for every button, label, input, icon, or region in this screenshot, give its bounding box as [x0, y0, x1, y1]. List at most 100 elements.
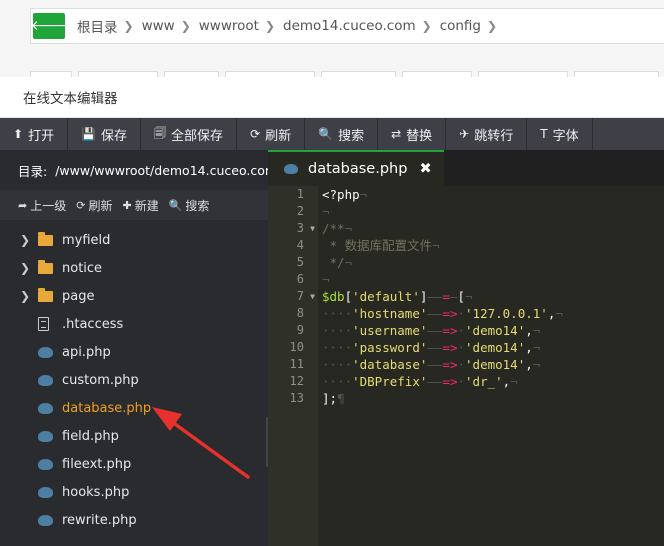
line-number: 9	[296, 323, 304, 337]
code-line[interactable]: <?php¬	[322, 186, 664, 203]
code-line[interactable]: * 数据库配置文件¬	[322, 237, 664, 254]
breadcrumb-item[interactable]: www	[134, 18, 181, 34]
toolbar-button-replace[interactable]: ⇄ 替换	[378, 118, 447, 150]
code-token: 'DBPrefix'	[352, 374, 428, 389]
toolbar-button-save[interactable]: 💾 保存	[68, 118, 142, 150]
code-line[interactable]: ];¶	[322, 390, 664, 407]
sidebar-actions: ➦ 上一级 ⟳ 刷新 ✚ 新建 🔍 搜索	[0, 190, 268, 220]
tab-file[interactable]: database.php ✖	[268, 150, 444, 186]
file-name: page	[62, 288, 95, 304]
fold-arrow-icon[interactable]: ▼	[310, 288, 315, 305]
chevron-right-icon[interactable]: ❯	[20, 289, 38, 303]
file-item[interactable]: field.php	[0, 422, 268, 450]
sidebar-action-label: 新建	[134, 198, 159, 213]
directory-path: 目录: /www/wwwroot/demo14.cuceo.com/config	[0, 150, 268, 190]
breadcrumb-item[interactable]: 根目录	[69, 16, 124, 36]
code-token: =>	[442, 357, 458, 372]
back-button[interactable]: 🡐	[30, 13, 68, 39]
file-name: myfield	[62, 232, 111, 248]
code-token: 'demo14'	[465, 340, 526, 355]
folder-icon	[38, 231, 62, 246]
chevron-right-icon[interactable]: ❯	[20, 261, 38, 275]
sidebar-action-refresh[interactable]: ⟳ 刷新	[76, 197, 112, 214]
code-line[interactable]: /**¬	[322, 220, 664, 237]
code-token: =>	[442, 340, 458, 355]
code-token: ,	[525, 357, 533, 372]
file-name: notice	[62, 260, 103, 276]
save-icon: 💾	[81, 127, 97, 141]
code-token: ¬	[344, 221, 353, 236]
code-token: ¬	[322, 272, 330, 287]
code-token: =	[442, 289, 450, 304]
sidebar-action-search[interactable]: 🔍 搜索	[169, 197, 210, 214]
code-line[interactable]: ····'DBPrefix'——=>·'dr_',¬	[322, 373, 664, 390]
code-token: /**	[322, 221, 345, 236]
line-number: 2	[296, 204, 304, 218]
toolbar-button-font[interactable]: T 字体	[527, 118, 593, 150]
file-item[interactable]: api.php	[0, 338, 268, 366]
folder-item[interactable]: ❯ page	[0, 282, 268, 310]
code-token: ····	[322, 323, 353, 338]
code-token: ¬	[532, 357, 541, 372]
sidebar-action-up-level[interactable]: ➦ 上一级	[18, 197, 66, 214]
breadcrumb-item[interactable]: wwwroot	[191, 18, 265, 34]
code-line[interactable]: */¬	[322, 254, 664, 271]
code-token: ——	[427, 306, 443, 321]
code-line[interactable]: ····'database'——=>·'demo14',¬	[322, 356, 664, 373]
code-token: 'dr_'	[465, 374, 503, 389]
search-icon: 🔍	[318, 127, 334, 141]
file-item[interactable]: .htaccess	[0, 310, 268, 338]
file-item[interactable]: rewrite.php	[0, 506, 268, 534]
folder-icon	[38, 259, 62, 274]
code-token: ];	[322, 391, 338, 406]
code-token: ·	[457, 374, 466, 389]
php-elephant-icon	[38, 402, 62, 414]
code-token: ¬	[532, 340, 541, 355]
chevron-right-icon: ❯	[123, 19, 134, 33]
editor-toolbar: ⬆ 打开 💾 保存 🗐 全部保存 ⟳ 刷新 🔍 搜索 ⇄ 替换 ✈ 跳转行 T 字体	[0, 118, 664, 150]
folder-item[interactable]: ❯ myfield	[0, 226, 268, 254]
line-number-gutter: 1 2 3 ▼ 4 5 6 7 ▼ 8 9 10 11 12 13	[268, 186, 318, 546]
line-number: 10	[289, 340, 304, 354]
sidebar-action-plus[interactable]: ✚ 新建	[122, 197, 158, 214]
code-line[interactable]: ¬	[322, 271, 664, 288]
file-tab-bar: database.php ✖	[268, 150, 664, 186]
toolbar-button-search[interactable]: 🔍 搜索	[305, 118, 379, 150]
toolbar-button-refresh[interactable]: ⟳ 刷新	[237, 118, 306, 150]
breadcrumb-item[interactable]: config	[432, 18, 487, 34]
code-line[interactable]: ····'hostname'——=>·'127.0.0.1',¬	[322, 305, 664, 322]
refresh-icon: ⟳	[76, 198, 86, 212]
code-token: '127.0.0.1'	[465, 306, 548, 321]
code-line[interactable]: $db['default']——=—[¬	[322, 288, 664, 305]
folder-item[interactable]: ❯ notice	[0, 254, 268, 282]
code-lines[interactable]: <?php¬ ¬/**¬ * 数据库配置文件¬ */¬ ¬ $db['default'…	[322, 186, 664, 407]
file-icon	[38, 317, 62, 331]
code-token: [	[344, 289, 353, 304]
close-icon[interactable]: ✖	[419, 161, 431, 177]
file-sidebar: 目录: /www/wwwroot/demo14.cuceo.com/config…	[0, 150, 268, 546]
code-line[interactable]: ····'password'——=>·'demo14',¬	[322, 339, 664, 356]
file-name: api.php	[62, 344, 111, 360]
arrow-left-icon: 🡐	[30, 18, 68, 34]
directory-label: 目录:	[18, 163, 48, 179]
file-item[interactable]: database.php	[0, 394, 268, 422]
file-item[interactable]: custom.php	[0, 366, 268, 394]
toolbar-button-goto-line[interactable]: ✈ 跳转行	[446, 118, 528, 150]
fold-arrow-icon[interactable]: ▼	[310, 220, 315, 237]
toolbar-button-save-all[interactable]: 🗐 全部保存	[141, 118, 238, 150]
code-token: =>	[442, 323, 458, 338]
file-item[interactable]: hooks.php	[0, 478, 268, 506]
php-elephant-icon	[38, 486, 62, 498]
code-editor[interactable]: database.php ✖ 1 2 3 ▼ 4 5 6 7 ▼ 8 9 10 11 12 13 <?php¬…	[268, 150, 664, 546]
line-number: 3 ▼	[296, 220, 315, 237]
code-line[interactable]: ····'username'——=>·'demo14',¬	[322, 322, 664, 339]
code-token: 'username'	[352, 323, 428, 338]
php-elephant-icon	[38, 458, 62, 470]
file-item[interactable]: fileext.php	[0, 450, 268, 478]
line-number: 8	[296, 306, 304, 320]
chevron-right-icon[interactable]: ❯	[20, 233, 38, 247]
breadcrumb-item[interactable]: demo14.cuceo.com	[275, 18, 422, 34]
toolbar-button-upload[interactable]: ⬆ 打开	[0, 118, 69, 150]
code-line[interactable]: ¬	[322, 203, 664, 220]
code-token: ····	[322, 340, 353, 355]
